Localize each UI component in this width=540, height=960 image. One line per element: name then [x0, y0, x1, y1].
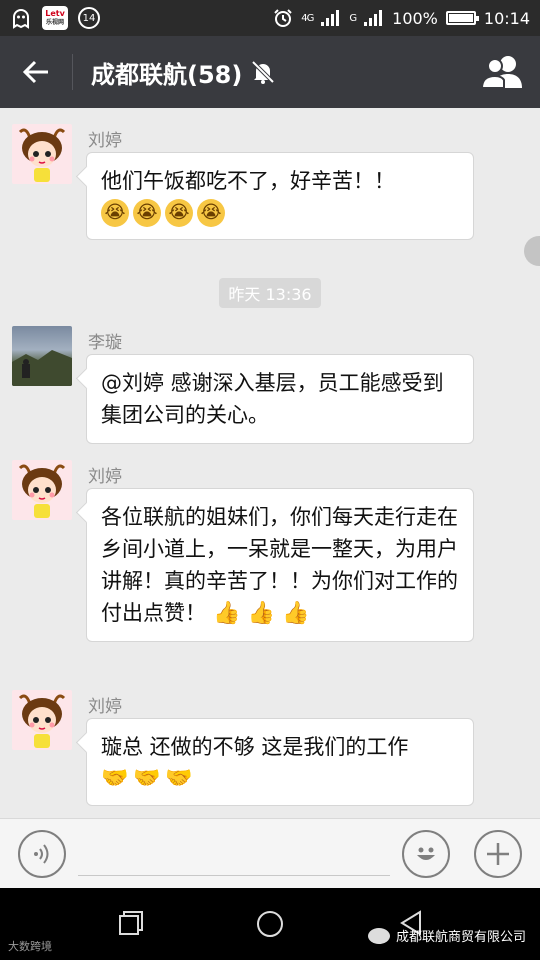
group-members-icon[interactable]	[480, 52, 524, 92]
message-bubble[interactable]: 璇总 还做的不够 这是我们的工作 🤝 🤝 🤝	[86, 718, 474, 806]
wechat-logo-icon	[367, 927, 390, 944]
voice-input-button[interactable]	[18, 830, 66, 878]
text-input-field[interactable]	[78, 875, 390, 876]
sender-name: 刘婷	[88, 131, 122, 151]
emoji-row: 😭 😭 😭 😭	[101, 199, 459, 227]
crying-face-icon: 😭	[197, 199, 225, 227]
sender-name: 刘婷	[88, 467, 122, 487]
battery-icon	[445, 11, 479, 25]
crying-face-icon: 😭	[133, 199, 161, 227]
sender-avatar[interactable]	[12, 124, 72, 184]
message-bubble[interactable]: 各位联航的姐妹们，你们每天走行走在乡间小道上，一呆就是一整天，为用户讲解！真的辛…	[86, 488, 474, 642]
sender-name: 刘婷	[88, 697, 122, 717]
recents-square-icon[interactable]	[118, 910, 144, 936]
signal-strength-icon	[321, 10, 340, 26]
message-text: 各位联航的姐妹们，你们每天走行走在乡间小道上，一呆就是一整天，为用户讲解！真的辛…	[101, 505, 458, 625]
crying-face-icon: 😭	[101, 199, 129, 227]
watermark-left: 大数跨境	[8, 940, 52, 953]
smiley-icon	[417, 847, 435, 860]
watermark-right: 成都联航商贸有限公司	[367, 926, 526, 945]
header-divider	[72, 54, 73, 90]
sender-avatar[interactable]	[12, 690, 72, 750]
letv-app-icon: Letv 乐视网	[42, 6, 68, 30]
emoji-button[interactable]	[402, 830, 450, 878]
status-bar: Letv 乐视网 14 4G G 100% 10:14	[0, 0, 540, 36]
cartoon-girl-avatar-icon	[18, 128, 66, 182]
sender-avatar[interactable]	[12, 460, 72, 520]
signal-strength-icon	[364, 10, 383, 26]
more-options-button[interactable]	[474, 830, 522, 878]
message-text: 他们午饭都吃不了，好辛苦！！	[101, 169, 395, 193]
notification-count-badge: 14	[78, 7, 100, 29]
chat-message-list[interactable]: 刘婷 他们午饭都吃不了，好辛苦！！ 😭 😭 😭 😭 昨天 13:36 李璇 @刘…	[0, 108, 540, 818]
clock: 10:14	[483, 8, 530, 28]
cartoon-girl-avatar-icon	[18, 464, 66, 518]
plus-icon	[487, 843, 509, 865]
voice-icon	[34, 844, 49, 864]
message-text: @刘婷 感谢深入基层，员工能感受到集团公司的关心。	[101, 371, 444, 427]
thumbs-up-icon: 👍	[282, 601, 310, 626]
chat-header: 成都联航(58)	[0, 36, 540, 108]
handshake-icon: 🤝	[133, 766, 161, 791]
network-type-1: 4G	[301, 12, 314, 24]
message-bubble[interactable]: @刘婷 感谢深入基层，员工能感受到集团公司的关心。	[86, 354, 474, 444]
cartoon-girl-avatar-icon	[18, 694, 66, 748]
arrow-left-icon	[22, 60, 48, 84]
alarm-icon	[274, 9, 292, 27]
sender-avatar[interactable]	[12, 326, 72, 386]
watermark-company: 成都联航商贸有限公司	[395, 930, 526, 945]
message-input-bar	[0, 818, 540, 888]
thumbs-up-icon: 👍	[212, 601, 241, 626]
handshake-icon: 🤝	[165, 766, 193, 791]
system-navigation-bar: 大数跨境 成都联航商贸有限公司	[0, 888, 540, 960]
message-text: 璇总 还做的不够 这是我们的工作	[101, 735, 409, 759]
battery-percent: 100%	[392, 8, 438, 28]
notification-ghost-icon	[13, 9, 29, 29]
network-type-2: G	[349, 12, 357, 24]
sender-name: 李璇	[88, 333, 122, 353]
side-scroll-tab[interactable]	[524, 236, 540, 266]
home-circle-icon[interactable]	[256, 910, 284, 938]
handshake-icon: 🤝	[101, 766, 129, 791]
bell-off-icon	[251, 60, 275, 84]
chat-title: 成都联航(58)	[91, 60, 243, 89]
emoji-row: 🤝 🤝 🤝	[101, 765, 459, 793]
back-button[interactable]	[0, 36, 72, 108]
crying-face-icon: 😭	[165, 199, 193, 227]
chat-timestamp: 昨天 13:36	[219, 278, 321, 308]
landscape-avatar-icon	[12, 350, 72, 386]
message-bubble[interactable]: 他们午饭都吃不了，好辛苦！！ 😭 😭 😭 😭	[86, 152, 474, 240]
thumbs-up-icon: 👍	[247, 601, 276, 626]
